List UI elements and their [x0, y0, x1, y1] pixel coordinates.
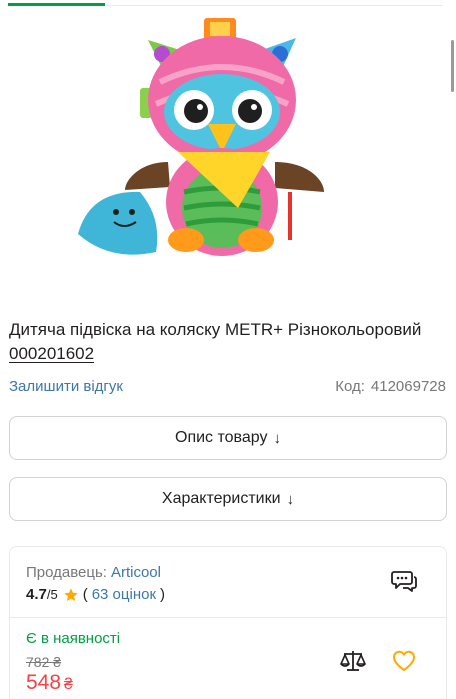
ratings-open-paren: ( [82, 586, 88, 603]
description-button[interactable]: Опис товару ↓ [9, 416, 447, 460]
description-button-label: Опис товару [175, 429, 268, 446]
product-code-value: 412069728 [370, 378, 446, 395]
seller-name-link[interactable]: Articool [111, 564, 161, 581]
current-price: 548 ₴ [26, 671, 73, 695]
ratings-close-paren: ) [160, 586, 166, 603]
arrow-down-icon: ↓ [286, 490, 295, 508]
seller-rating-max: /5 [46, 587, 58, 602]
product-title-text: Дитяча підвіска на коляску METR+ Різноко… [9, 320, 422, 339]
image-gallery-indicator [0, 0, 456, 6]
product-title-code[interactable]: 000201602 [9, 344, 94, 363]
seller-row: Продавець: Articool [26, 564, 161, 581]
star-icon [64, 587, 78, 601]
card-divider [10, 617, 446, 618]
arrow-down-icon: ↓ [273, 429, 281, 447]
seller-card: Продавець: Articool 4.7/5 (63 оцінок) Є в… [9, 546, 447, 699]
seller-label: Продавець: [26, 564, 107, 581]
chat-icon[interactable] [391, 569, 417, 593]
currency-symbol: ₴ [64, 676, 73, 693]
gallery-indicator-track [105, 5, 443, 6]
scrollbar-thumb[interactable] [451, 40, 454, 92]
seller-rating: 4.7/5 (63 оцінок) [26, 586, 165, 603]
old-price: 782 ₴ [26, 654, 62, 670]
product-code: Код: 412069728 [335, 378, 446, 395]
heart-icon[interactable] [392, 650, 416, 672]
ratings-count-link[interactable]: 63 оцінок [92, 586, 156, 603]
leave-review-link[interactable]: Залишити відгук [9, 378, 123, 395]
product-code-label: Код: [335, 378, 365, 395]
stock-status: Є в наявності [26, 630, 121, 647]
current-price-value: 548 [26, 671, 62, 694]
product-title: Дитяча підвіска на коляску METR+ Різноко… [9, 318, 439, 366]
seller-rating-value: 4.7 [26, 586, 47, 603]
gallery-indicator-active [8, 3, 105, 6]
characteristics-button-label: Характеристики [161, 490, 281, 507]
product-image[interactable] [70, 12, 335, 274]
characteristics-button[interactable]: Характеристики ↓ [9, 477, 447, 521]
compare-icon[interactable] [340, 649, 366, 673]
